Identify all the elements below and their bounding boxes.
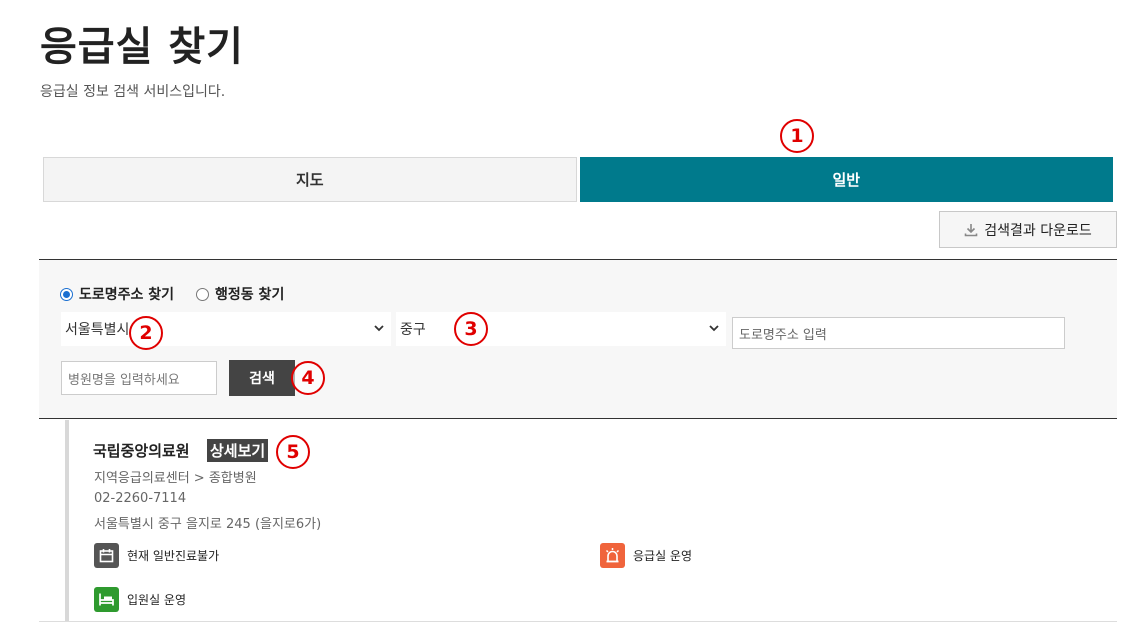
hospital-name-input[interactable]: 병원명을 입력하세요 xyxy=(61,361,217,395)
tab-general[interactable]: 일반 xyxy=(579,157,1113,202)
district-select[interactable]: 중구 xyxy=(396,312,726,346)
radio-admin-dong[interactable]: 행정동 찾기 xyxy=(196,284,284,304)
chevron-down-icon xyxy=(374,325,384,332)
search-button[interactable]: 검색 xyxy=(229,360,295,396)
bed-icon xyxy=(94,587,119,612)
page-title: 응급실 찾기 xyxy=(40,24,244,70)
status-emergency-room-label: 응급실 운영 xyxy=(633,549,693,563)
tab-map[interactable]: 지도 xyxy=(43,157,577,202)
address-type-radios: 도로명주소 찾기 행정동 찾기 xyxy=(60,284,306,304)
chevron-down-icon xyxy=(709,325,719,332)
radio-checked-icon xyxy=(60,287,73,301)
radio-road-address-label: 도로명주소 찾기 xyxy=(79,287,175,303)
annotation-marker-3: 3 xyxy=(454,312,488,346)
calendar-icon xyxy=(94,543,119,568)
radio-road-address[interactable]: 도로명주소 찾기 xyxy=(60,284,174,304)
hospital-type: 지역응급의료센터 > 종합병원 xyxy=(94,471,257,486)
status-inpatient: 입원실 운영 xyxy=(94,587,186,612)
city-select-value: 서울특별시 xyxy=(65,322,130,338)
city-select[interactable]: 서울특별시 xyxy=(61,312,391,346)
hospital-name: 국립중앙의료원 xyxy=(93,442,190,460)
road-address-input[interactable]: 도로명주소 입력 xyxy=(732,317,1065,349)
hospital-phone: 02-2260-7114 xyxy=(94,491,187,506)
siren-icon xyxy=(600,543,625,568)
view-tabs: 지도 일반 xyxy=(43,157,1113,202)
status-emergency-room: 응급실 운영 xyxy=(600,543,692,568)
district-select-value: 중구 xyxy=(400,322,426,338)
detail-view-button[interactable]: 상세보기 xyxy=(207,439,269,462)
result-divider xyxy=(39,621,1117,622)
annotation-marker-5: 5 xyxy=(276,435,310,469)
download-icon xyxy=(964,223,978,236)
annotation-marker-4: 4 xyxy=(291,361,325,395)
page-subtitle: 응급실 정보 검색 서비스입니다. xyxy=(40,84,226,100)
status-general-care-label: 현재 일반진료불가 xyxy=(127,549,220,563)
status-inpatient-label: 입원실 운영 xyxy=(127,593,187,607)
radio-unchecked-icon xyxy=(196,287,210,301)
radio-admin-dong-label: 행정동 찾기 xyxy=(215,287,285,303)
annotation-marker-1: 1 xyxy=(780,119,814,153)
download-label: 검색결과 다운로드 xyxy=(984,222,1092,239)
download-results-button[interactable]: 검색결과 다운로드 xyxy=(939,211,1117,248)
hospital-address: 서울특별시 중구 을지로 245 (을지로6가) xyxy=(94,517,322,532)
annotation-marker-2: 2 xyxy=(129,316,163,350)
status-general-care: 현재 일반진료불가 xyxy=(94,543,219,568)
